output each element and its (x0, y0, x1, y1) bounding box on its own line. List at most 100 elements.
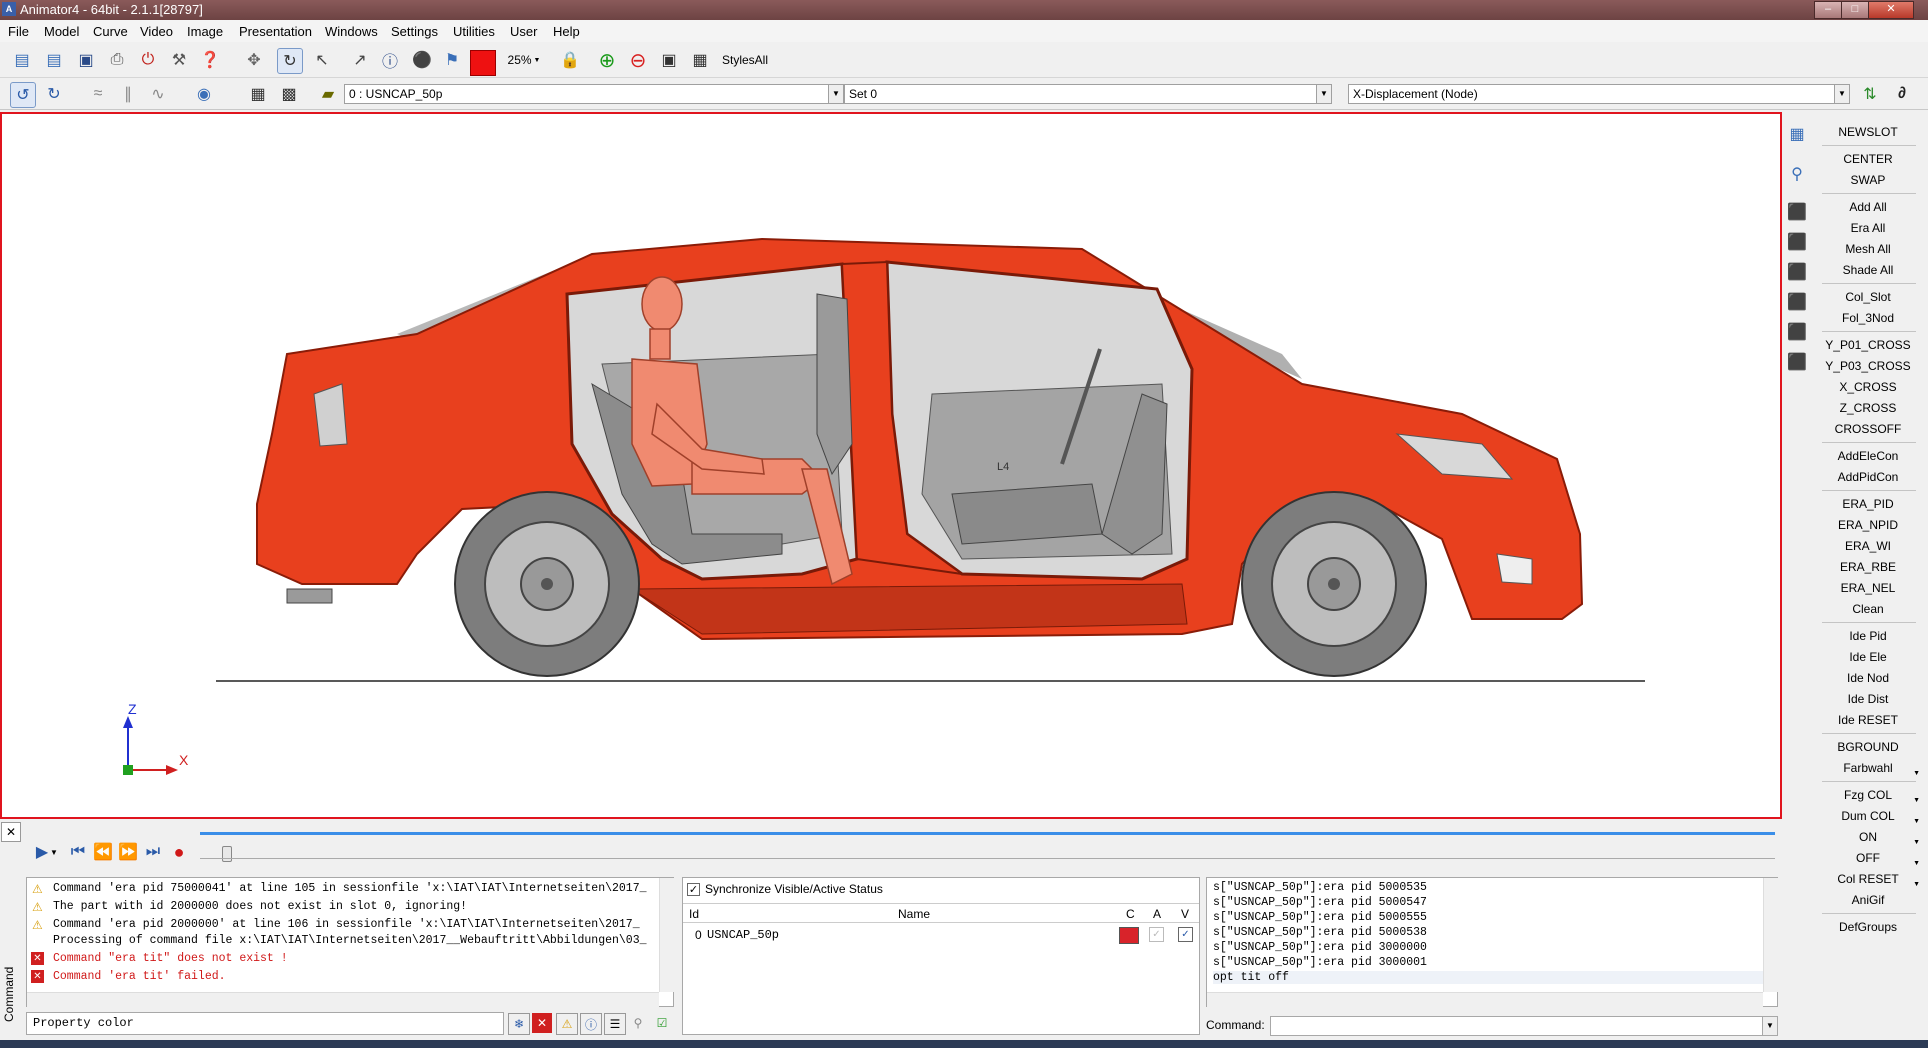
power-icon[interactable]: ⏻ (136, 48, 160, 72)
newslot-button[interactable]: NEWSLOT (1818, 122, 1918, 142)
curve-plot-icon[interactable]: ≈ (86, 82, 110, 106)
save-icon[interactable]: ▣ (74, 48, 98, 72)
frame-icon[interactable]: ▣ (657, 48, 681, 72)
filter-info-icon[interactable]: ⓘ (580, 1013, 602, 1035)
close-button[interactable]: ✕ (1868, 1, 1914, 19)
x-cross-button[interactable]: X_CROSS (1818, 377, 1918, 397)
anigif-button[interactable]: AniGif (1818, 890, 1918, 910)
move-icon[interactable]: ✥ (242, 48, 266, 72)
command-side-tab[interactable]: Command (0, 877, 22, 1035)
add-all-button[interactable]: Add All (1818, 197, 1918, 217)
cube-bottom-icon[interactable]: ⬛ (1785, 350, 1809, 374)
ide-pid-button[interactable]: Ide Pid (1818, 626, 1918, 646)
command-input[interactable]: ▼ (1270, 1016, 1778, 1036)
table-select-icon[interactable]: ▩ (277, 82, 301, 106)
step-back-icon[interactable]: ⏪ (91, 840, 115, 864)
col-reset-button[interactable]: Col RESET ▼ (1818, 869, 1920, 889)
ide-ele-button[interactable]: Ide Ele (1818, 647, 1918, 667)
chevron-down-icon[interactable]: ▼ (1762, 1017, 1777, 1035)
cube-iso-icon[interactable]: ⬛ (1785, 320, 1809, 344)
table-icon[interactable]: ▦ (246, 82, 270, 106)
remove-icon[interactable]: ⊖ (626, 48, 650, 72)
clean-button[interactable]: Clean (1818, 599, 1918, 619)
menu-settings[interactable]: Settings (391, 24, 438, 39)
row-visible-checkbox[interactable]: ✓ (1178, 927, 1193, 942)
menu-video[interactable]: Video (140, 24, 173, 39)
property-field[interactable]: Property color (26, 1012, 504, 1035)
maximize-button[interactable]: □ (1841, 1, 1869, 19)
pick-element-icon[interactable]: ↗ (348, 48, 372, 72)
lock-icon[interactable]: 🔒 (558, 48, 582, 72)
sort-icon[interactable]: ⇅ (1858, 82, 1882, 106)
refresh-model-icon[interactable]: ↺ (10, 82, 36, 108)
menu-windows[interactable]: Windows (325, 24, 378, 39)
model-view-icon[interactable]: ◉ (192, 82, 216, 106)
dum-col-button[interactable]: Dum COL ▼ (1818, 806, 1920, 826)
era-rbe-button[interactable]: ERA_RBE (1818, 557, 1918, 577)
model-combo[interactable]: 0 : USNCAP_50p ▼ (344, 84, 844, 104)
era-nel-button[interactable]: ERA_NEL (1818, 578, 1918, 598)
table-row[interactable]: 0 USNCAP_50p ✓ ✓ (683, 924, 1199, 946)
era-npid-button[interactable]: ERA_NPID (1818, 515, 1918, 535)
ide-dist-button[interactable]: Ide Dist (1818, 689, 1918, 709)
row-active-checkbox[interactable]: ✓ (1149, 927, 1164, 942)
search-icon[interactable]: ⚲ (628, 1013, 648, 1033)
print-icon[interactable]: ⎙ (105, 48, 129, 72)
styles-all-button[interactable]: StylesAll (722, 48, 782, 72)
swap-button[interactable]: SWAP (1818, 170, 1918, 190)
log-vertical-scrollbar[interactable] (659, 878, 674, 992)
shade-all-button[interactable]: Shade All (1818, 260, 1918, 280)
record-icon[interactable]: ● (167, 840, 191, 864)
last-frame-icon[interactable]: ⏭ (141, 840, 165, 864)
y-p03-cross-button[interactable]: Y_P03_CROSS (1818, 356, 1918, 376)
mesh-all-button[interactable]: Mesh All (1818, 239, 1918, 259)
menu-utilities[interactable]: Utilities (453, 24, 495, 39)
era-pid-button[interactable]: ERA_PID (1818, 494, 1918, 514)
menu-model[interactable]: Model (44, 24, 79, 39)
col-slot-button[interactable]: Col_Slot (1818, 287, 1918, 307)
row-color-swatch[interactable] (1119, 927, 1139, 944)
ide-nod-button[interactable]: Ide Nod (1818, 668, 1918, 688)
close-panel-icon[interactable]: ✕ (1, 822, 21, 842)
fol-3nod-button[interactable]: Fol_3Nod (1818, 308, 1918, 328)
open-icon[interactable]: ▤ (10, 48, 34, 72)
fzg-col-button[interactable]: Fzg COL ▼ (1818, 785, 1920, 805)
set-combo[interactable]: Set 0 ▼ (844, 84, 1332, 104)
d-function-icon[interactable]: ∂ (1890, 82, 1914, 106)
clear-errors-icon[interactable]: ✕ (532, 1013, 552, 1033)
menu-curve[interactable]: Curve (93, 24, 128, 39)
sync-checkbox[interactable]: ✓ (687, 883, 700, 896)
pick-icon[interactable]: ↖ (310, 48, 334, 72)
first-frame-icon[interactable]: ⏮ (66, 840, 90, 864)
color-flag-icon[interactable]: ⚑ (440, 48, 464, 72)
graphics-viewport[interactable]: L4 Z X (0, 112, 1782, 819)
on-button[interactable]: ON ▼ (1818, 827, 1920, 847)
snowflake-icon[interactable]: ❄ (508, 1013, 530, 1035)
zoom-dropdown[interactable]: 25% ▼ (504, 48, 544, 72)
info-icon[interactable]: ⓘ (378, 48, 402, 72)
reload-icon[interactable]: ↻ (42, 82, 66, 106)
off-button[interactable]: OFF ▼ (1818, 848, 1920, 868)
layer-icon[interactable]: ▰ (316, 82, 340, 106)
export-icon[interactable]: ☑ (652, 1013, 672, 1033)
filter-warning-icon[interactable]: ⚠ (556, 1013, 578, 1035)
menu-presentation[interactable]: Presentation (239, 24, 312, 39)
open-all-icon[interactable]: ▤ (42, 48, 66, 72)
era-all-button[interactable]: Era All (1818, 218, 1918, 238)
timeline-slider-handle[interactable] (222, 846, 232, 862)
menu-help[interactable]: Help (553, 24, 580, 39)
center-button[interactable]: CENTER (1818, 149, 1918, 169)
result-combo[interactable]: X-Displacement (Node) ▼ (1348, 84, 1850, 104)
menu-image[interactable]: Image (187, 24, 223, 39)
minimize-button[interactable]: – (1814, 1, 1842, 19)
zoom-icon[interactable]: ⚲ (1785, 162, 1809, 186)
stop-sign-icon[interactable]: ⚫ (410, 48, 434, 72)
cube-back-icon[interactable]: ⬛ (1785, 290, 1809, 314)
z-cross-button[interactable]: Z_CROSS (1818, 398, 1918, 418)
command-history[interactable]: s["USNCAP_50p"]:era pid 5000535 s["USNCA… (1206, 877, 1778, 1007)
add-icon[interactable]: ⊕ (595, 48, 619, 72)
grid-icon[interactable]: ▦ (688, 48, 712, 72)
cube-top-icon[interactable]: ⬛ (1785, 260, 1809, 284)
curve-bars-icon[interactable]: ∥ (116, 82, 140, 106)
defgroups-button[interactable]: DefGroups (1818, 917, 1918, 937)
